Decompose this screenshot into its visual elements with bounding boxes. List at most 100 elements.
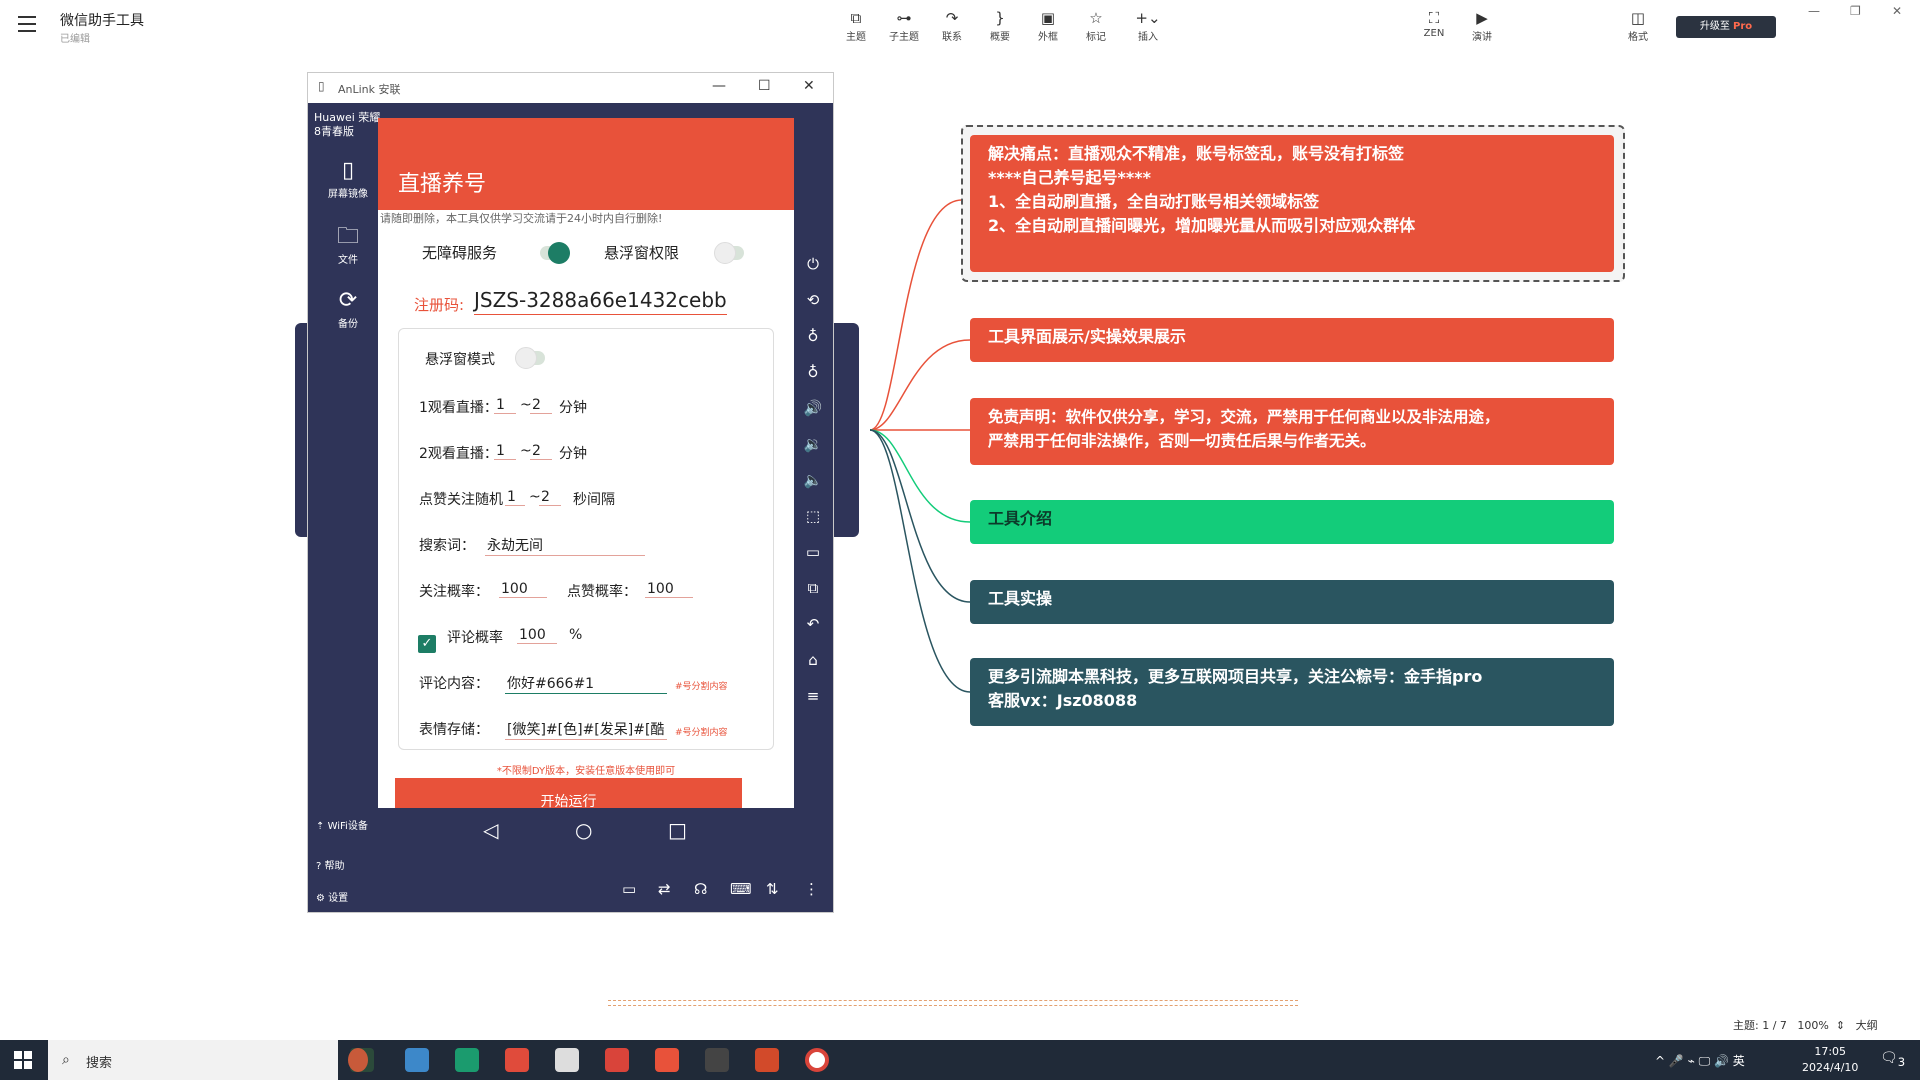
mindmap-node-showcase[interactable]: 工具界面展示/实操效果展示 xyxy=(970,318,1614,362)
volume-up-icon[interactable]: 🔊 xyxy=(802,399,824,435)
more-icon[interactable]: ⋮ xyxy=(804,880,819,898)
start-run-button[interactable]: 开始运行 xyxy=(395,778,742,808)
mindmap-node-pain-points[interactable]: 解决痛点：直播观众不精准，账号标签乱，账号没有打标签 ****自己养号起号***… xyxy=(970,135,1614,272)
like-follow-unit: 秒间隔 xyxy=(573,492,615,508)
settings-button[interactable]: ⚙ 设置 xyxy=(316,889,348,904)
crop-icon[interactable]: ⧉ xyxy=(802,579,824,615)
store-icon[interactable] xyxy=(505,1048,529,1072)
nav-back-icon[interactable]: ◁ xyxy=(483,818,498,842)
float-mode-toggle[interactable] xyxy=(515,347,545,369)
comment-rate-input[interactable]: 100 xyxy=(517,627,557,644)
comment-hint: #号分割内容 xyxy=(675,682,728,692)
nav-recents-icon[interactable]: □ xyxy=(668,818,687,842)
system-tray[interactable]: ^ 🎤 ⌁ 🖵 🔊 英 xyxy=(1655,1052,1745,1069)
like-rate-input[interactable]: 100 xyxy=(645,581,693,598)
bulb-on-icon[interactable]: ♁ xyxy=(802,327,824,363)
mindmap-node-more[interactable]: 更多引流脚本黑科技，更多互联网项目共享，关注公粽号：金手指pro 客服vx：Js… xyxy=(970,658,1614,726)
accessibility-toggle[interactable] xyxy=(540,242,570,264)
emoji-store-label: 表情存储： xyxy=(419,722,489,738)
search-word-label: 搜索词： xyxy=(419,538,475,554)
screen-header: 直播养号 xyxy=(378,118,794,210)
chrome-icon[interactable] xyxy=(805,1048,829,1072)
wifi-device-button[interactable]: ⇡ WiFi设备 xyxy=(316,817,368,832)
comment-content-input[interactable]: 你好#666#1 xyxy=(505,673,667,694)
phone-window-titlebar: ▯ AnLink 安联 — ☐ ✕ xyxy=(308,73,833,103)
app-icon-2[interactable] xyxy=(605,1048,629,1072)
windows-start-icon[interactable] xyxy=(14,1051,32,1069)
phone-maximize-icon[interactable]: ☐ xyxy=(758,78,771,94)
volume-down-icon[interactable]: 🔉 xyxy=(802,435,824,471)
transfer-icon[interactable]: ⇅ xyxy=(766,880,779,898)
mindmap-node-intro[interactable]: 工具介绍 xyxy=(970,500,1614,544)
watch2-min-input[interactable]: 1 xyxy=(494,443,516,460)
power-icon[interactable]: ⏻ xyxy=(802,255,824,291)
zoom-stepper-icon[interactable]: ⇕ xyxy=(1836,1019,1845,1032)
backup-icon: ⟳ xyxy=(338,288,358,313)
task-view-icon[interactable] xyxy=(350,1048,374,1072)
horizontal-scrollbar[interactable] xyxy=(608,1000,1298,1006)
translate-icon[interactable]: ⇄ xyxy=(658,880,671,898)
bulb-off-icon[interactable]: ♁ xyxy=(802,363,824,399)
like-follow-min-input[interactable]: 1 xyxy=(505,489,525,506)
follow-rate-label: 关注概率： xyxy=(419,584,489,600)
device-name: Huawei 荣耀8青春版 xyxy=(314,111,381,138)
search-word-input[interactable]: 永劫无间 xyxy=(485,535,645,556)
xmind-icon[interactable] xyxy=(655,1048,679,1072)
screenshot-icon[interactable]: ⬚ xyxy=(802,507,824,543)
link-node1 xyxy=(869,199,963,431)
menu-lines-icon[interactable]: ≡ xyxy=(802,687,824,723)
follow-rate-input[interactable]: 100 xyxy=(499,581,547,598)
rotate-icon[interactable]: ⟲ xyxy=(802,291,824,327)
watch1-unit: 分钟 xyxy=(559,400,587,416)
comment-rate-checkbox[interactable]: ✓ xyxy=(418,635,436,653)
settings-icon: ⚙ xyxy=(316,893,325,904)
clock[interactable]: 17:05 2024/4/10 xyxy=(1802,1044,1858,1076)
app-icon-1[interactable] xyxy=(555,1048,579,1072)
clock-date: 2024/4/10 xyxy=(1802,1061,1859,1074)
back-arrow-icon[interactable]: ↶ xyxy=(802,615,824,651)
phone-close-icon[interactable]: ✕ xyxy=(803,78,815,94)
mindmap-connectors xyxy=(869,199,971,693)
watch1-min-input[interactable]: 1 xyxy=(494,397,516,414)
mute-icon[interactable]: 🔈 xyxy=(802,471,824,507)
mindmap-node-practice[interactable]: 工具实操 xyxy=(970,580,1614,624)
phone-minimize-icon[interactable]: — xyxy=(712,78,726,94)
mindmap-node-disclaimer[interactable]: 免责声明：软件仅供分享，学习，交流，严禁用于任何商业以及非法用途， 严禁用于任何… xyxy=(970,398,1614,465)
watch2-max-input[interactable]: 2 xyxy=(530,443,552,460)
watch2-label: 2观看直播： xyxy=(419,446,498,462)
taskbar-search[interactable]: ⌕ 搜索 xyxy=(48,1040,338,1080)
toggle-knob xyxy=(515,347,537,369)
screen-mirror-button[interactable]: ▯ 屏幕镜像 xyxy=(316,157,380,200)
home-icon[interactable]: ⌂ xyxy=(802,651,824,687)
record-icon[interactable]: ▭ xyxy=(802,543,824,579)
like-follow-label: 点赞关注随机 xyxy=(419,492,503,508)
screen-title: 直播养号 xyxy=(398,172,487,197)
float-perm-toggle[interactable] xyxy=(714,242,744,264)
wifi-icon: ⇡ xyxy=(316,821,325,832)
link-node6 xyxy=(869,429,971,693)
help-button[interactable]: ? 帮助 xyxy=(316,857,345,872)
gamepad-icon[interactable]: ☊ xyxy=(694,880,707,898)
like-rate-label: 点赞概率： xyxy=(567,584,637,600)
layout-icon[interactable]: ▭ xyxy=(622,880,636,898)
notification-icon[interactable]: 🗨3 xyxy=(1880,1050,1905,1069)
search-icon: ⌕ xyxy=(62,1052,70,1068)
like-follow-max-input[interactable]: 2 xyxy=(539,489,561,506)
files-button[interactable]: 🗀 文件 xyxy=(316,223,380,266)
phone-window-title: AnLink 安联 xyxy=(338,83,401,96)
reg-code-field[interactable]: JSZS-3288a66e1432cebb xyxy=(474,288,727,315)
app-icon-4[interactable] xyxy=(755,1048,779,1072)
nav-home-icon[interactable]: ○ xyxy=(575,818,592,842)
toggle-knob xyxy=(714,242,736,264)
keyboard-icon[interactable]: ⌨ xyxy=(730,880,752,898)
emoji-store-input[interactable]: [微笑]#[色]#[发呆]#[酷 xyxy=(505,719,667,740)
zoom-level[interactable]: 100% xyxy=(1797,1019,1828,1032)
accessibility-label: 无障碍服务 xyxy=(422,244,498,262)
backup-button[interactable]: ⟳ 备份 xyxy=(316,287,380,330)
windows-taskbar: ⌕ 搜索 ^ 🎤 ⌁ 🖵 🔊 英 17:05 2024/4/10 🗨3 xyxy=(0,1040,1920,1080)
app-icon-3[interactable] xyxy=(705,1048,729,1072)
edge-icon[interactable] xyxy=(405,1048,429,1072)
mail-icon[interactable] xyxy=(455,1048,479,1072)
watch1-max-input[interactable]: 2 xyxy=(530,397,552,414)
outline-button[interactable]: 大纲 xyxy=(1856,1019,1878,1032)
